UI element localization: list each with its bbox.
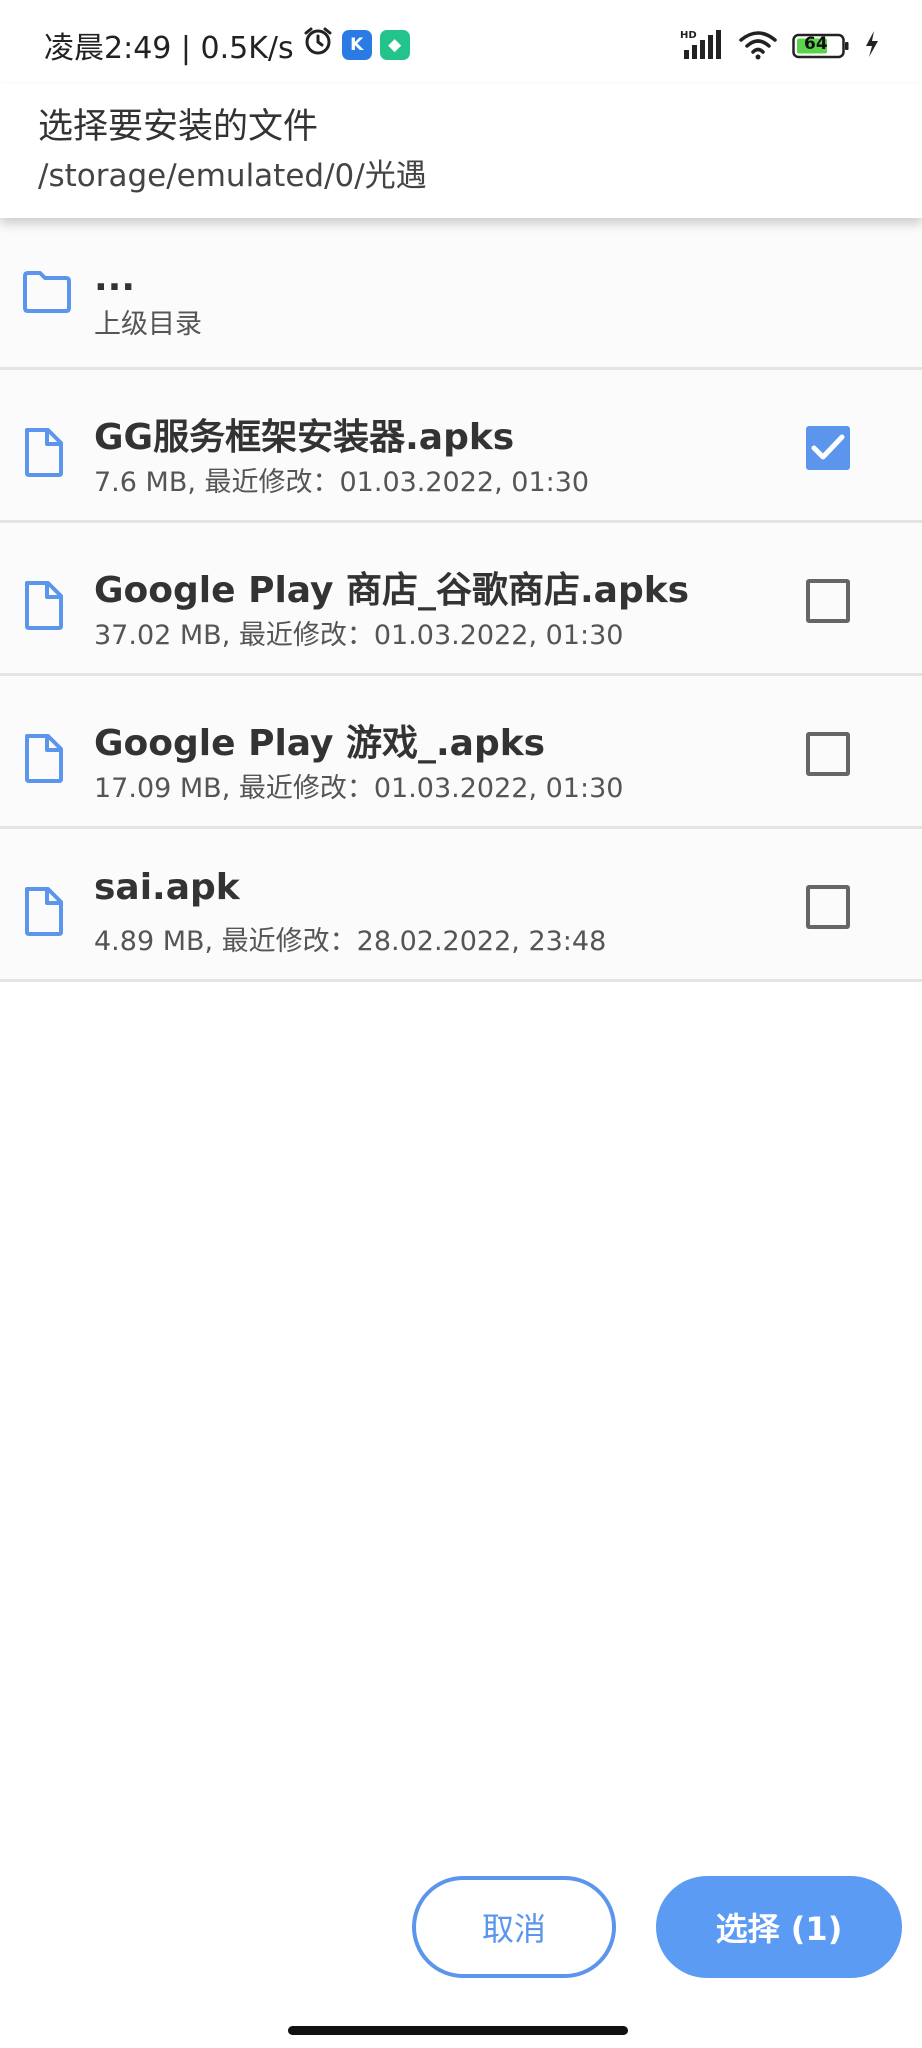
file-icon bbox=[22, 579, 72, 635]
file-list: ... 上级目录 GG服务框架安装器.apks 7.6 MB, 最近修改：01.… bbox=[0, 218, 922, 982]
battery-level: 64 bbox=[804, 34, 828, 54]
app-shield-icon: ◆ bbox=[379, 30, 410, 60]
file-name: Google Play 商店_谷歌商店.apks bbox=[94, 570, 690, 611]
select-button[interactable]: 选择 (1) bbox=[656, 1876, 902, 1978]
svg-text:HD: HD bbox=[680, 30, 697, 41]
cellular-signal-icon: HD bbox=[680, 28, 724, 64]
file-checkbox[interactable] bbox=[806, 885, 850, 929]
dialog-title: 选择要安装的文件 bbox=[38, 107, 319, 147]
file-icon bbox=[22, 885, 72, 941]
file-meta: 7.6 MB, 最近修改：01.03.2022, 01:30 bbox=[94, 467, 590, 498]
file-row[interactable]: Google Play 商店_谷歌商店.apks 37.02 MB, 最近修改：… bbox=[0, 523, 922, 676]
alarm-icon bbox=[302, 25, 334, 65]
file-row[interactable]: Google Play 游戏_.apks 17.09 MB, 最近修改：01.0… bbox=[0, 676, 922, 829]
home-indicator[interactable] bbox=[288, 2026, 628, 2035]
file-row[interactable]: GG服务框架安装器.apks 7.6 MB, 最近修改：01.03.2022, … bbox=[0, 370, 922, 523]
folder-icon bbox=[22, 270, 72, 326]
charging-icon bbox=[864, 30, 880, 62]
cancel-button[interactable]: 取消 bbox=[412, 1876, 616, 1978]
current-path: /storage/emulated/0/光遇 bbox=[38, 158, 427, 194]
file-name: sai.apk bbox=[94, 867, 240, 908]
file-name: GG服务框架安装器.apks bbox=[94, 417, 515, 458]
status-right: HD 64 bbox=[680, 26, 880, 66]
app-k-icon: K bbox=[341, 30, 372, 60]
wifi-icon bbox=[738, 28, 778, 64]
status-left: 凌晨2:49 | 0.5K/s K ◆ bbox=[44, 22, 410, 68]
status-time-speed: 凌晨2:49 | 0.5K/s bbox=[44, 31, 294, 66]
file-meta: 17.09 MB, 最近修改：01.03.2022, 01:30 bbox=[94, 773, 624, 804]
file-checkbox[interactable] bbox=[806, 732, 850, 776]
battery-icon: 64 bbox=[792, 32, 850, 60]
file-name: Google Play 游戏_.apks bbox=[94, 723, 546, 764]
parent-directory-row[interactable]: ... 上级目录 bbox=[0, 218, 922, 370]
file-row[interactable]: sai.apk 4.89 MB, 最近修改：28.02.2022, 23:48 bbox=[0, 829, 922, 982]
checkmark-icon bbox=[811, 434, 845, 460]
file-icon bbox=[22, 426, 72, 482]
file-meta: 4.89 MB, 最近修改：28.02.2022, 23:48 bbox=[94, 926, 607, 957]
parent-directory-label: 上级目录 bbox=[94, 309, 202, 340]
dialog-header: 选择要安装的文件 /storage/emulated/0/光遇 bbox=[0, 84, 922, 218]
file-checkbox-checked[interactable] bbox=[806, 426, 850, 470]
file-meta: 37.02 MB, 最近修改：01.03.2022, 01:30 bbox=[94, 620, 624, 651]
parent-directory-name: ... bbox=[94, 258, 136, 299]
file-checkbox[interactable] bbox=[806, 579, 850, 623]
status-bar: 凌晨2:49 | 0.5K/s K ◆ HD 64 bbox=[0, 0, 922, 84]
file-icon bbox=[22, 732, 72, 788]
